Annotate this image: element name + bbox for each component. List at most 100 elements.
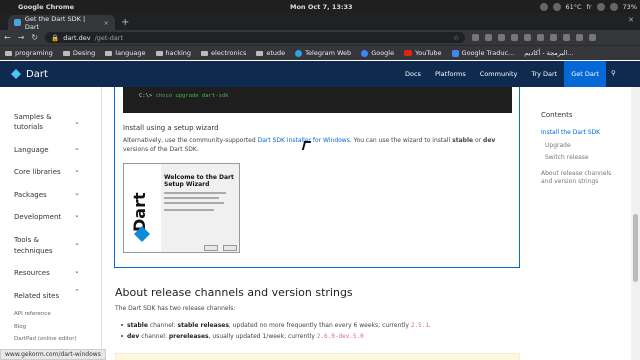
sidebar-item-resources[interactable]: Resources [14, 269, 50, 277]
installer-cancel-button [223, 245, 237, 251]
folder-icon [5, 50, 12, 56]
nav-docs[interactable]: Docs [398, 61, 428, 87]
bookmark-star-icon[interactable]: ☆ [453, 34, 459, 42]
os-app-name[interactable]: Google Chrome [18, 3, 74, 11]
sidebar-item-related-sites[interactable]: Related sites [14, 292, 59, 300]
version-code: 2.5.1 [410, 322, 429, 329]
chevron-down-icon[interactable]: ⌄ [74, 166, 80, 174]
bookmark-label: YouTube [415, 49, 442, 57]
new-tab-button[interactable]: + [121, 17, 129, 28]
extension-icon[interactable] [563, 34, 571, 41]
link-api-reference[interactable]: API reference [14, 311, 51, 317]
toc-heading: Contents [541, 111, 573, 119]
bookmark-google[interactable]: Google [361, 49, 394, 57]
profile-avatar[interactable] [589, 34, 597, 41]
browser-tab[interactable]: Get the Dart SDK | Dart × [8, 15, 115, 31]
installer-screenshot: Dart Welcome to the Dart Setup Wizard [123, 163, 240, 253]
nav-try-dart[interactable]: Try Dart [524, 61, 564, 87]
forward-icon[interactable]: → [18, 33, 25, 42]
wifi-icon[interactable] [596, 2, 605, 11]
bookmark-label: etude [266, 49, 286, 57]
extension-icon[interactable] [511, 34, 519, 41]
os-clock[interactable]: Mon Oct 7, 13:33 [290, 3, 353, 11]
address-bar[interactable]: 🔒 dart.dev/get-dart ☆ [45, 32, 466, 43]
sidebar-item-language[interactable]: Language [14, 146, 49, 154]
close-tab-icon[interactable]: × [104, 19, 109, 27]
youtube-icon [404, 50, 413, 56]
list-item: stable channel: stable releases, updated… [121, 322, 431, 329]
extension-icon[interactable] [498, 34, 506, 41]
scrollbar-thumb[interactable] [633, 214, 638, 282]
sidebar-item-samples[interactable]: Samples & tutorials [14, 112, 69, 132]
bookmark-google-translate[interactable]: Google Traduc... [451, 49, 514, 57]
link-blog[interactable]: Blog [14, 324, 26, 330]
nav-community[interactable]: Community [473, 61, 525, 87]
nav-platforms[interactable]: Platforms [428, 61, 473, 87]
extension-icon[interactable] [576, 34, 584, 41]
text: , usually updated 1/week; currently [208, 333, 317, 340]
sidebar-item-packages[interactable]: Packages [14, 191, 47, 199]
tab-strip: Get the Dart SDK | Dart × + ✕ [0, 13, 640, 31]
extension-icon[interactable] [472, 34, 480, 41]
text: , updated no more frequently than every … [228, 322, 411, 329]
note-box [115, 353, 520, 360]
folder-icon [155, 50, 163, 56]
extension-icon[interactable] [485, 34, 493, 41]
bookmark-folder[interactable]: electronics [201, 49, 246, 57]
toc-link-upgrade[interactable]: Upgrade [545, 142, 571, 149]
bookmark-folder[interactable]: language [105, 49, 146, 57]
text: stable releases [177, 322, 229, 329]
search-icon[interactable]: ⚲ [611, 69, 616, 77]
bookmark-telegram[interactable]: Telegram Web [295, 49, 351, 57]
link-dartpad[interactable]: DartPad (online editor) [14, 336, 77, 342]
sidebar-item-tools[interactable]: Tools & techniques [14, 235, 69, 257]
installer-text-line [164, 202, 224, 204]
os-tray: 61°C fr 73% [539, 0, 637, 13]
toc-link-release-channels[interactable]: About release channels and version strin… [541, 170, 621, 186]
chevron-down-icon[interactable]: ⌄ [74, 144, 80, 152]
back-icon[interactable]: ← [4, 33, 11, 42]
bookmark-folder[interactable]: etude [256, 49, 285, 57]
bookmark-folder[interactable]: hacking [155, 49, 192, 57]
volume-icon[interactable] [609, 2, 618, 11]
page-scrollbar[interactable] [631, 87, 640, 360]
bookmark-folder[interactable]: Desing [62, 49, 95, 57]
chevron-down-icon[interactable]: ⌄ [74, 239, 80, 247]
url-path: /get-dart [94, 33, 124, 42]
toc-link-switch-release[interactable]: Switch release [545, 154, 589, 161]
os-temperature[interactable]: 61°C [566, 3, 582, 11]
dart-logo[interactable]: Dart [11, 69, 48, 80]
window-close-icon[interactable]: ✕ [628, 16, 634, 24]
bookmark-label: Google [371, 49, 395, 57]
chevron-down-icon[interactable]: ⌄ [74, 189, 80, 197]
text: dev [483, 137, 496, 144]
extension-icon[interactable] [537, 34, 545, 41]
chevron-down-icon[interactable]: ⌄ [74, 211, 80, 219]
text: stable [127, 322, 148, 329]
nav-get-dart[interactable]: Get Dart [564, 61, 607, 87]
bookmark-folder[interactable]: programing [5, 49, 53, 57]
bookmark-label: hacking [165, 49, 192, 57]
text: channel: [139, 333, 169, 340]
sidebar-item-development[interactable]: Development [14, 213, 61, 221]
tray-update-icon[interactable] [552, 2, 561, 11]
dart-favicon-icon [14, 19, 21, 26]
extension-icon[interactable] [524, 34, 532, 41]
battery-level[interactable]: 73% [623, 3, 637, 11]
chevron-down-icon[interactable]: ⌄ [74, 267, 80, 275]
os-language[interactable]: fr [587, 3, 592, 11]
site-nav: Docs Platforms Community Try Dart Get Da… [398, 61, 616, 87]
bookmark-arabic[interactable]: البرمجة - أكاديم... [524, 49, 573, 57]
text: versions of the Dart SDK. [123, 146, 199, 153]
section-heading: About release channels and version strin… [115, 286, 353, 299]
chevron-up-icon[interactable]: ⌃ [74, 288, 80, 296]
site-header: Dart Docs Platforms Community Try Dart G… [0, 61, 640, 87]
toc-link-install[interactable]: Install the Dart SDK [541, 129, 600, 136]
text: dev [127, 333, 140, 340]
tray-app-icon[interactable] [539, 2, 548, 11]
extension-icon[interactable] [550, 34, 558, 41]
chevron-down-icon[interactable]: ⌄ [74, 118, 80, 126]
sidebar-item-core-libraries[interactable]: Core libraries [14, 168, 61, 176]
reload-icon[interactable]: ↻ [31, 33, 38, 42]
bookmark-youtube[interactable]: YouTube [404, 49, 442, 57]
